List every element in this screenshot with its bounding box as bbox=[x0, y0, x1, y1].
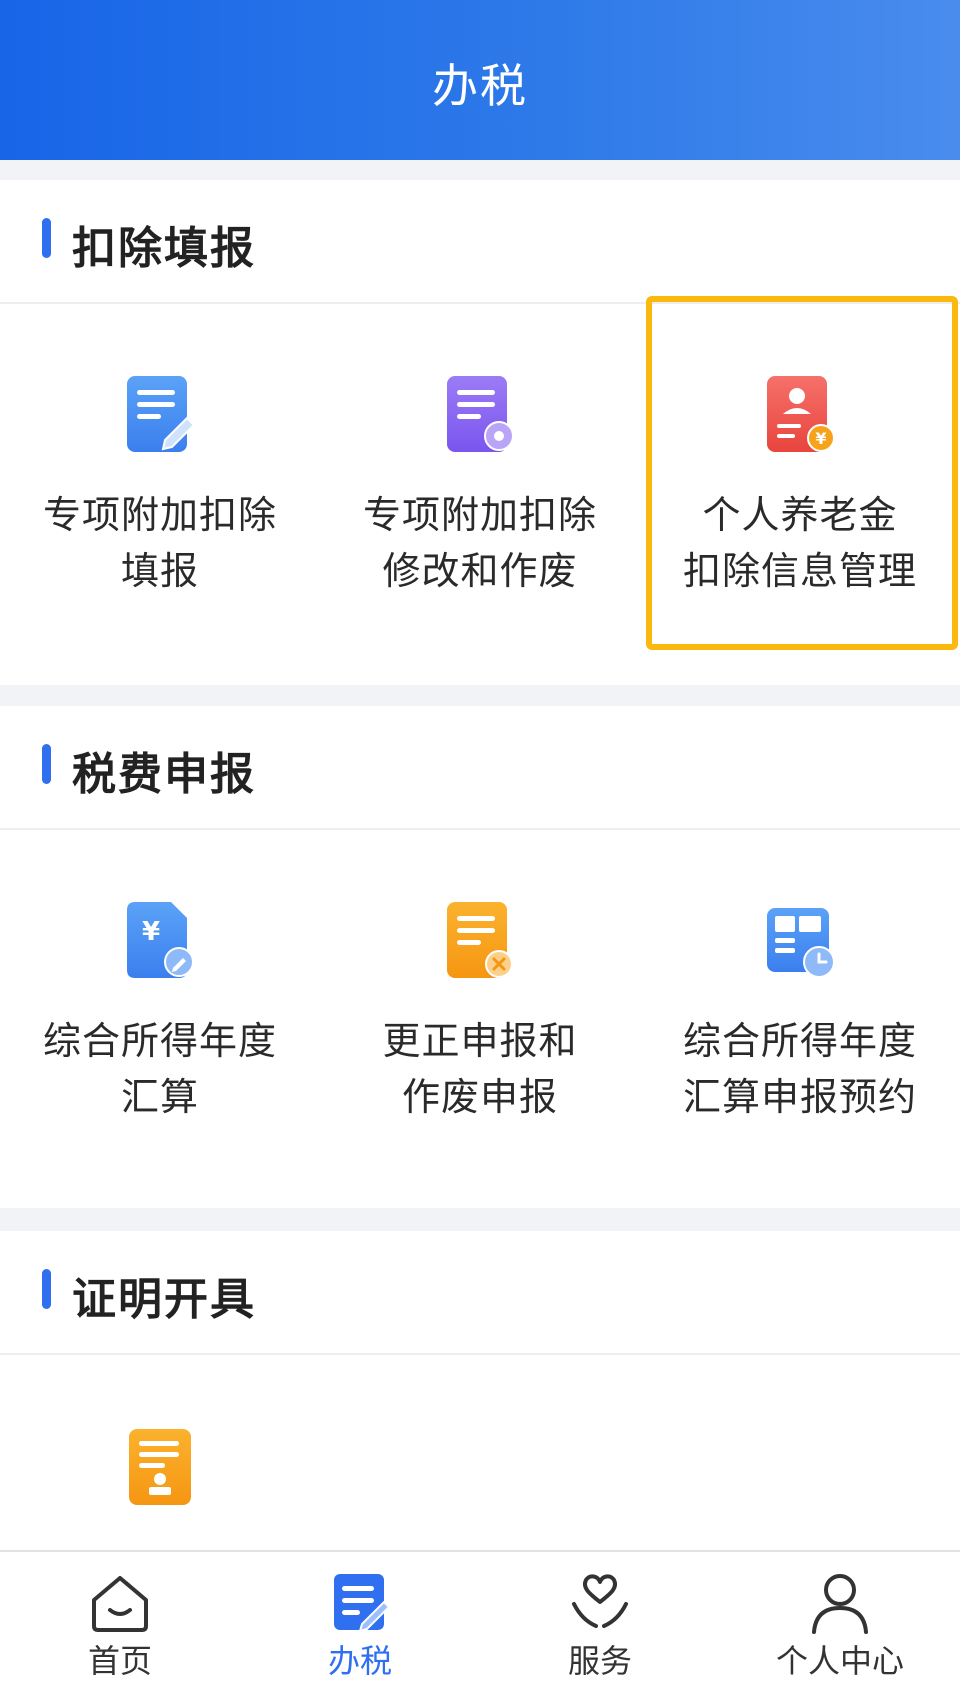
document-settings-icon bbox=[447, 376, 514, 452]
tab-profile[interactable]: 个人中心 bbox=[720, 1552, 960, 1687]
svg-text:¥: ¥ bbox=[142, 917, 160, 947]
special-deduction-filing-item[interactable]: 专项附加扣除 填报 bbox=[0, 304, 320, 684]
special-deduction-modify-item[interactable]: 专项附加扣除 修改和作废 bbox=[320, 304, 640, 684]
section-certificate: 证明开具 bbox=[0, 1231, 960, 1551]
section-header: 证明开具 bbox=[0, 1231, 960, 1355]
section-accent-bar bbox=[42, 744, 51, 784]
tab-label: 办税 bbox=[327, 1642, 392, 1680]
settlement-appointment-item[interactable]: 综合所得年度 汇算申报预约 bbox=[640, 830, 960, 1210]
item-label: 专项附加扣除 修改和作废 bbox=[320, 487, 640, 599]
highlight-frame bbox=[646, 296, 958, 650]
item-label-line: 填报 bbox=[120, 549, 199, 593]
heart-hands-icon bbox=[572, 1574, 628, 1628]
certificate-item[interactable] bbox=[0, 1355, 320, 1545]
yuan-document-edit-icon: ¥ bbox=[127, 902, 194, 978]
app-header: 办税 bbox=[0, 0, 960, 160]
document-cancel-icon bbox=[447, 902, 513, 978]
section-title: 税费申报 bbox=[72, 749, 256, 800]
tab-label: 个人中心 bbox=[775, 1642, 904, 1680]
item-label-line: 专项附加扣除 bbox=[362, 493, 597, 537]
item-label: 综合所得年度 汇算 bbox=[0, 1013, 320, 1125]
certificate-stamp-icon bbox=[129, 1429, 191, 1505]
section-header: 税费申报 bbox=[0, 706, 960, 830]
section-title: 扣除填报 bbox=[72, 223, 256, 274]
home-icon bbox=[92, 1576, 148, 1632]
tab-home[interactable]: 首页 bbox=[0, 1552, 240, 1687]
item-label-line: 修改和作废 bbox=[382, 549, 578, 593]
tab-label: 服务 bbox=[567, 1642, 632, 1680]
section-tax-declaration: 税费申报 ¥ 综合所得年度 汇算 更正申报和 作废申报 综合所得年度 汇算申报预… bbox=[0, 706, 960, 1208]
item-label-line: 综合所得年度 bbox=[682, 1019, 917, 1063]
item-label-line: 汇算 bbox=[120, 1075, 199, 1119]
item-label: 综合所得年度 汇算申报预约 bbox=[640, 1013, 960, 1125]
correct-cancel-declaration-item[interactable]: 更正申报和 作废申报 bbox=[320, 830, 640, 1210]
section-accent-bar bbox=[42, 1269, 51, 1309]
document-edit-icon bbox=[127, 376, 195, 452]
item-label-line: 更正申报和 bbox=[382, 1019, 578, 1063]
person-icon bbox=[812, 1574, 868, 1634]
tab-tax[interactable]: 办税 bbox=[240, 1552, 480, 1687]
tab-label: 首页 bbox=[87, 1642, 152, 1680]
item-label-line: 汇算申报预约 bbox=[682, 1075, 917, 1119]
tab-service[interactable]: 服务 bbox=[480, 1552, 720, 1687]
item-label: 专项附加扣除 填报 bbox=[0, 487, 320, 599]
calendar-clock-icon bbox=[767, 908, 835, 978]
section-title: 证明开具 bbox=[72, 1274, 256, 1325]
tax-document-icon bbox=[334, 1574, 391, 1633]
page-title: 办税 bbox=[432, 59, 528, 113]
bottom-tab-bar: 首页 办税 服务 个人中心 bbox=[0, 1550, 960, 1687]
item-label: 更正申报和 作废申报 bbox=[320, 1013, 640, 1125]
section-header: 扣除填报 bbox=[0, 180, 960, 304]
item-label-line: 综合所得年度 bbox=[42, 1019, 277, 1063]
item-label-line: 作废申报 bbox=[401, 1075, 558, 1119]
annual-settlement-item[interactable]: ¥ 综合所得年度 汇算 bbox=[0, 830, 320, 1210]
section-accent-bar bbox=[42, 218, 51, 258]
item-label-line: 专项附加扣除 bbox=[42, 493, 277, 537]
